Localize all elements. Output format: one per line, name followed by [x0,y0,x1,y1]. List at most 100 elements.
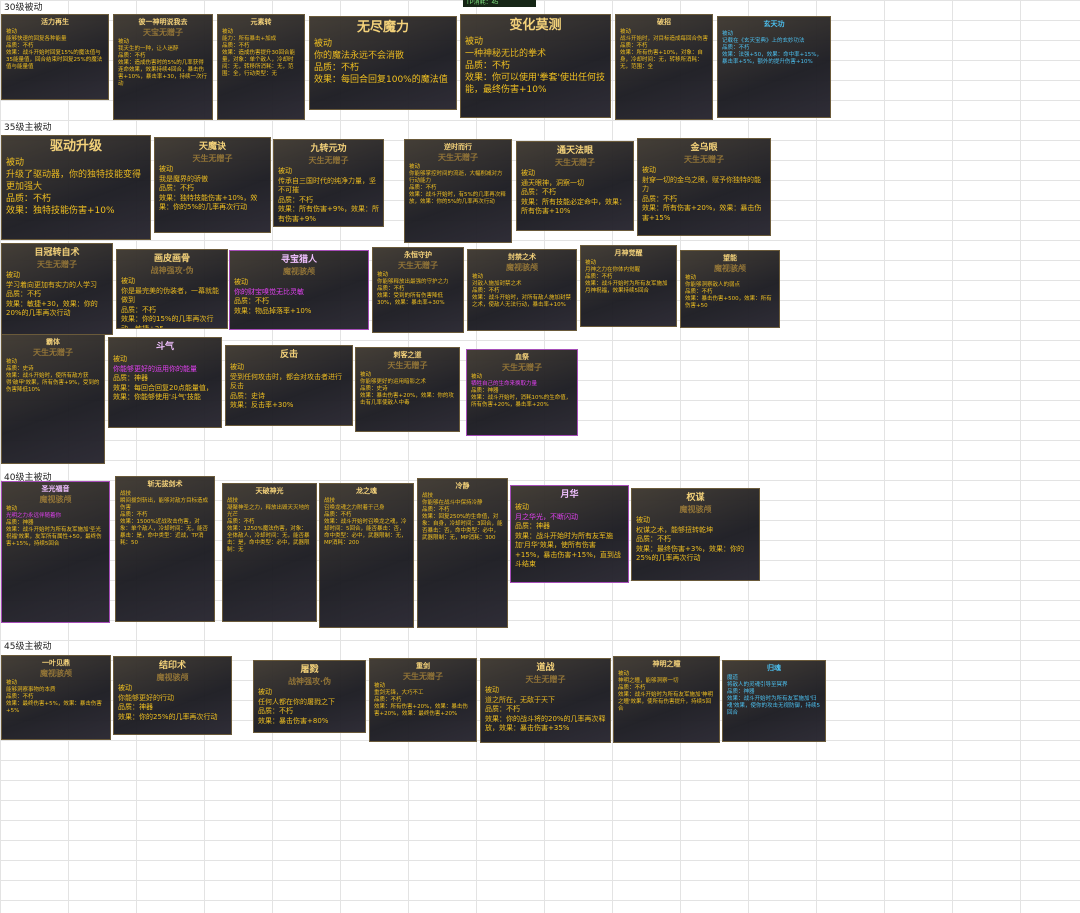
skill-description: 你能够释放出最强的守护之力 [377,279,449,285]
skill-card-c29[interactable]: 龙之魂 战技 召唤龙魂之力附着于己身 品质：不朽 效果：战斗开始时召唤龙之魂，冷却时间：… [319,483,414,628]
skill-quality: 品质：不朽 [422,507,450,513]
skill-type: 被动 [585,260,597,266]
skill-quality: 品质：不朽 [521,188,556,196]
skill-description: 射穿一切的金乌之眼，赋予你独特的能力 [642,175,761,194]
skill-card-c4[interactable]: 无尽魔力 被动 你的魔法永远不会消散 品质：不朽 效果：每回合回复100%的魔法值 [309,16,457,110]
skill-type: 被动 [118,684,132,692]
skill-type: 被动 [377,272,389,278]
skill-card-c36[interactable]: 重剑 天生无贈子 被动 重剑无锋，大巧不工 品质：不朽 效果：所有伤害+20%，效果：暴击… [369,658,477,742]
skill-description: 能够洞察事物的本质 [6,687,56,693]
skill-type: 战技 [422,493,434,499]
skill-watermark: 天生无贈子 [684,155,724,164]
skill-card-c21[interactable]: 霸体 天生无贈子 被动 品质：史诗 效果：战斗开始时，使所有敌方获得'破甲'效果，所有伤… [1,334,105,464]
skill-title: 驱动升级 [49,139,102,154]
skill-quality: 品质：不朽 [722,45,750,51]
skill-card-c16[interactable]: 寻宝猎人 魔视骇颅 被动 你的财宝嗅觉无比灵敏 品质：不朽 效果：物品掉落率+10% [229,250,369,330]
skill-description: 战斗开始时，对目标造成每回合伤害 [620,36,709,42]
skill-title: 斗气 [155,342,174,352]
skill-card-c3[interactable]: 元素转 被动 能力：所有暴击+加成 品质：不朽 效果：造成伤害提升30回合能量，对象：单… [217,14,305,120]
skill-card-c2[interactable]: 彼一神明说我去 天宝无贈子 被动 我天生的一种，让人迷醉 品质：不朽 效果：造成伤害时的5… [113,14,213,120]
skill-quality: 品质：不朽 [6,43,34,49]
skill-description: 一种神秘无比的拳术 [465,49,547,59]
section-label: 35级主被动 [2,123,54,134]
skill-type: 被动 [374,683,386,689]
skill-description: 你能够更好的运用暗影之术 [360,379,427,385]
skill-card-c32[interactable]: 权谋 魔视骇颅 被动 权谋之术，能够扭转乾坤 品质：不朽 效果：最终伤害+3%，效果：你的… [631,488,760,581]
skill-title: 望能 [723,254,737,262]
skill-quality: 品质：不朽 [642,194,677,203]
skill-effect: 效果：法强+50，效果：命中率+15%，暴击率+5%，额外的提升伤害+10% [722,52,822,65]
skill-card-c19[interactable]: 月神觉醒 被动 月神之力在你体内觉醒 品质：不朽 效果：战斗开始时为所有友军施加月神祝福… [580,245,677,327]
skill-card-c1[interactable]: 活力再生 被动 能够快速的回复各种能量 品质：不朽 效果：战斗开始时回复15%的魔法值与… [1,14,109,100]
skill-card-c5[interactable]: 变化莫测 被动 一种神秘无比的拳术 品质：不朽 效果：你可以使用'拳套'使出任何技能，最… [460,14,611,118]
skill-card-c34[interactable]: 结印术 魔视骇颅 被动 你能够更好的行动 品质：神器 效果：你的25%的几率再次行动 [113,656,232,735]
skill-title: 归魂 [767,664,781,672]
skill-quality: 品质：不朽 [377,286,405,292]
skill-effect: 效果：战斗开始时为所有友军施加'神明之瞳'效果，使所有伤害提升，持续5回合 [618,692,714,712]
skill-card-c18[interactable]: 封禁之术 魔视骇颅 被动 对敌人施加封禁之术 品质：不朽 效果：战斗开始时，对所有敌人施加… [467,249,577,331]
skill-card-c14[interactable]: 目冠转自术 天生无贈子 被动 学习着向更加有实力的人学习 品质：不朽 效果：敏捷+30，效… [1,243,113,335]
skill-card-c10[interactable]: 九转元功 天生无贈子 被动 传承自三国时代的纯净力量，坚不可摧 品质：不朽 效果：所有伤害… [273,139,384,227]
skill-effect: 效果：所有伤害+10%，对象：自身，冷却时间：无，转移所消耗：无，范围：全 [620,50,703,70]
skill-card-c24[interactable]: 刺客之道 天生无贈子 被动 你能够更好的运用暗影之术 品质：史诗 效果：暴击伤害+20%，… [355,347,460,432]
skill-watermark: 天宝无贈子 [143,28,183,37]
skill-title: 月华 [560,490,579,500]
skill-description: 你的魔法永远不会消散 [314,51,405,61]
skill-card-c20[interactable]: 望能 魔视骇颅 被动 你能够洞察敌人的弱点 品质：不朽 效果：暴击伤害+500，效果：所有… [680,250,780,328]
skill-type: 被动 [314,39,333,49]
skill-card-c9[interactable]: 天魔诀 天生无贈子 被动 我是魔界的骄傲 品质：不朽 效果：独特技能伤害+10%，效果：你… [154,137,271,233]
skill-quality: 品质：不朽 [374,697,402,703]
skill-card-c26[interactable]: 圣光福音 魔视骇颅 被动 光明之力永远伴随着你 品质：神器 效果：战斗开始时为所有友军施加… [1,481,110,623]
skill-description: 传承自三国时代的纯净力量，坚不可摧 [278,176,376,195]
skill-card-c15[interactable]: 画皮画骨 战神强攻·伪 被动 你是最完美的伪装者，一幕就能做到 品质：不朽 效果：你的15… [116,249,228,329]
skill-card-c23[interactable]: 反击 被动 受到任何攻击时，都会对攻击者进行反击 品质：史诗 效果：反击率+30% [225,345,353,426]
skill-title: 结印术 [158,661,186,671]
skill-card-c25[interactable]: 血祭 天生无贈子 被动 牺牲自己的生命来换取力量 品质：神器 效果：战斗开始时，消耗10%… [466,349,578,436]
skill-title: 霸体 [46,338,60,346]
skill-card-c33[interactable]: 一叶见鼎 魔视骇颅 被动 能够洞察事物的本质 品质：不朽 效果：最终伤害+5%，效果：暴击… [1,655,111,740]
skill-watermark: 战神强攻·伪 [150,266,194,275]
skill-effect: 效果：反击率+30% [230,401,294,409]
skill-title: 活力再生 [41,18,69,26]
skill-title: 金乌眼 [690,143,718,153]
skill-effect: 效果：所有技能必定命中，效果：所有伤害+10% [521,197,626,216]
skill-card-c6[interactable]: 破招 被动 战斗开始时，对目标造成每回合伤害 品质：不朽 效果：所有伤害+10%，对象：… [615,14,713,120]
skill-card-c38[interactable]: 神明之瞳 被动 神明之瞳，能够洞察一切 品质：不朽 效果：战斗开始时为所有友军施加'神明… [613,656,720,743]
skill-card-c22[interactable]: 斗气 被动 你能够更好的运用你的能量 品质：神器 效果：每回合回复20点能量值，效果：你… [108,337,222,428]
skill-card-c37[interactable]: 道战 天生无贈子 被动 道之所在，无敌于天下 品质：不朽 效果：你的战斗将的20%的几率再… [480,658,611,743]
skill-title: 反击 [279,350,298,360]
skill-type: 魔道 [727,675,739,681]
skill-card-c11[interactable]: 逆时而行 天生无贈子 被动 你能够掌控时间的流逝，大幅削减对方行动能力 品质：不朽 效果：… [404,139,512,243]
skill-type: 被动 [485,686,499,694]
skill-watermark: 天生无贈子 [555,158,595,167]
skill-description: 道之所在，无敌于天下 [485,695,555,704]
skill-watermark: 天生无贈子 [502,363,542,372]
skill-quality: 品质：不朽 [585,274,613,280]
skill-card-c31[interactable]: 月华 被动 月之华光，不断闪动 品质：神器 效果：战斗开始时为所有友军施加'月华'效果，… [510,485,629,583]
skill-quality: 品质：不朽 [324,512,352,518]
skill-title: 天破神光 [255,487,284,495]
skill-effect: 效果：暴击伤害+80% [258,716,329,725]
skill-effect: 效果：最终伤害+3%，效果：你的25%的几率再次行动 [636,544,744,563]
skill-type: 被动 [642,166,656,174]
skill-type: 被动 [258,688,272,696]
skill-title: 通天法眼 [556,146,593,156]
skill-card-c17[interactable]: 永恒守护 天生无贈子 被动 你能够释放出最强的守护之力 品质：不朽 效果：受到的所有伤害降… [372,247,464,333]
skill-card-c8[interactable]: 驱动升级 被动 升级了驱动器，你的独特技能变得更加强大 品质：不朽 效果：独特技能伤害+… [1,135,151,240]
skill-description: 学习着向更加有实力的人学习 [6,280,97,289]
skill-card-c35[interactable]: 屠戮 战神强攻·伪 被动 任何人都在你的屠戮之下 品质：不朽 效果：暴击伤害+80% [253,660,366,733]
skill-card-c13[interactable]: 金乌眼 天生无贈子 被动 射穿一切的金乌之眼，赋予你独特的能力 品质：不朽 效果：所有伤害… [637,138,771,236]
skill-card-c27[interactable]: 斩无拔剑术 战技 瞬间拔剑斩出，能够对敌方目标造成伤害 品质：不朽 效果：1500%近战… [115,476,215,622]
skill-card-c39[interactable]: 归魂 魔道 将敌人的灵魂引导至冥界 品质：神器 效果：战斗开始时为所有友军施加'归魂'效… [722,660,826,742]
skill-card-c12[interactable]: 通天法眼 天生无贈子 被动 通天眼神，洞察一切 品质：不朽 效果：所有技能必定命中，效果：… [516,141,634,231]
skill-effect: 效果：每回合回复100%的魔法值 [314,75,448,85]
skill-card-c30[interactable]: 冷静 战技 你能够在战斗中保持冷静 品质：不朽 效果：回复250%的生命值，对象：自身，… [417,478,508,628]
skill-effect: 效果：战斗开始时，有5%的几率再次释放，效果：你的5%的几率再次行动 [409,192,506,205]
skill-title: 九转元功 [310,144,347,154]
skill-quality: 品质：神器 [515,522,550,530]
skill-quality: 品质：不朽 [258,707,293,715]
skill-type: 战技 [324,498,336,504]
skill-card-c7[interactable]: 玄天功 被动 记载在《玄天宝典》上的玄妙功法 品质：不朽 效果：法强+50，效果：命中率… [717,16,831,118]
skill-description: 你能够在战斗中保持冷静 [422,500,483,506]
skill-card-c28[interactable]: 天破神光 战技 凝聚神圣之力，释放出毁天灭地的光芒 品质：不朽 效果：1250%魔法伤害… [222,483,317,622]
